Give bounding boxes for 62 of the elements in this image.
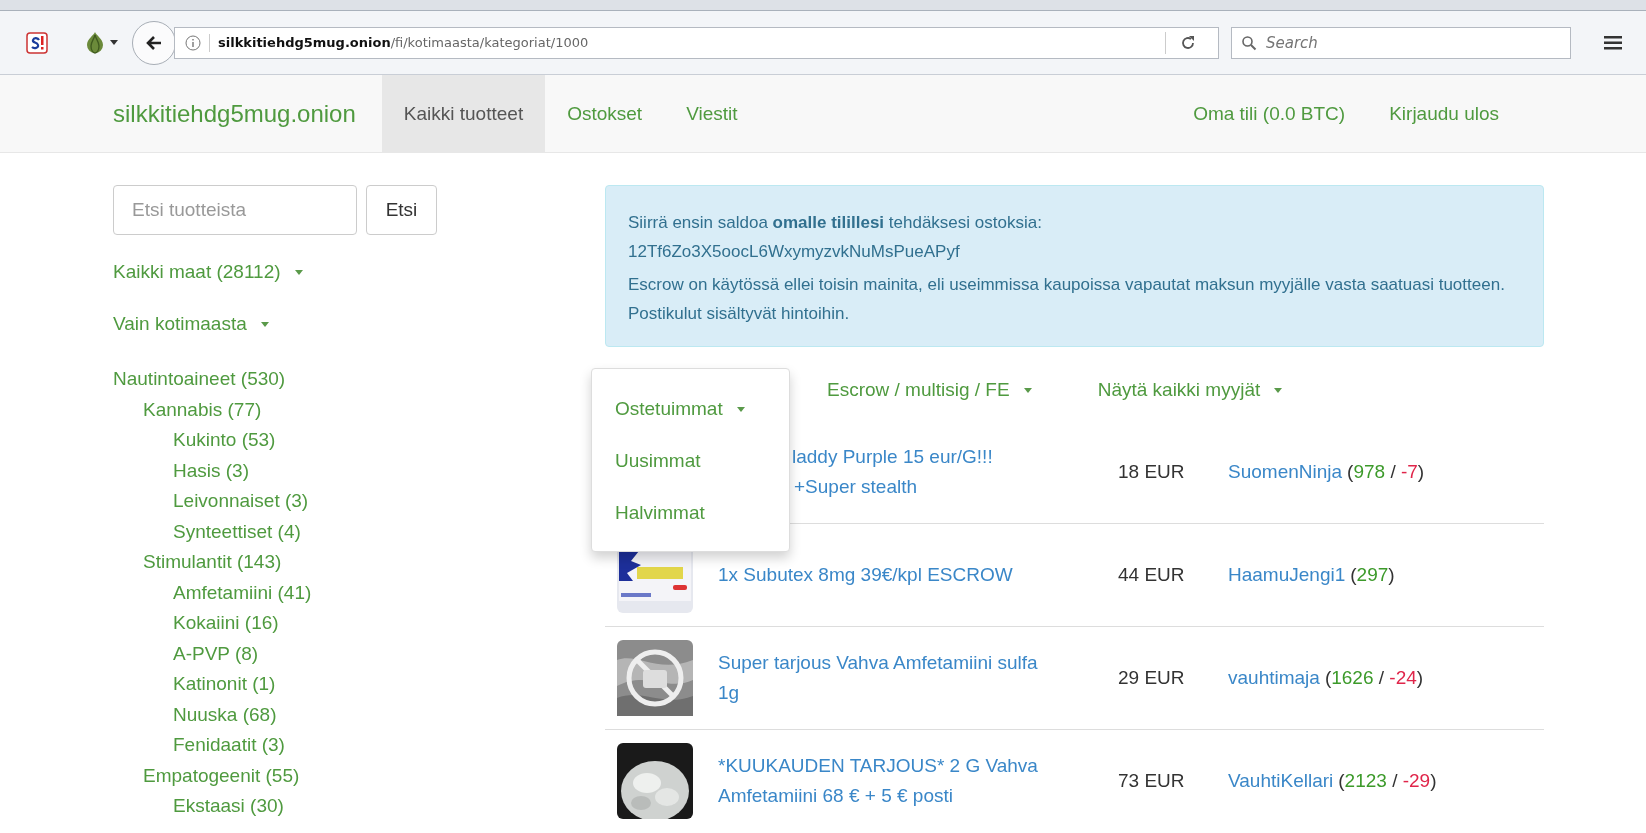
- listing-title-link[interactable]: *KUUKAUDEN TARJOUS* 2 G Vahva: [718, 751, 1038, 781]
- seller-link[interactable]: HaamuJengi1: [1228, 564, 1346, 585]
- caret-icon: [260, 321, 269, 327]
- seller-link[interactable]: SuomenNinja: [1228, 461, 1343, 482]
- category-link[interactable]: A-PVP (8): [113, 638, 605, 669]
- listing-price: 73 EUR: [1118, 770, 1186, 792]
- search-icon: [1241, 34, 1257, 51]
- listing-title-link[interactable]: Amfetamiini 68 € + 5 € posti: [718, 781, 953, 811]
- seller-rating: (2123 / -29): [1338, 770, 1437, 791]
- caret-icon: [736, 406, 745, 412]
- caret-icon: [1023, 387, 1032, 393]
- seller-link[interactable]: vauhtimaja: [1228, 667, 1320, 688]
- seller-link[interactable]: VauhtiKellari: [1228, 770, 1334, 791]
- url-text: silkkitiehdg5mug.onion/fi/kotimaasta/kategoriat/1000: [218, 35, 589, 50]
- category-link[interactable]: Nuuska (68): [113, 699, 605, 730]
- category-link[interactable]: Amfetamiini (41): [113, 577, 605, 608]
- nav-link[interactable]: Oma tili (0.0 BTC): [1171, 75, 1368, 152]
- site-brand-link[interactable]: silkkitiehdg5mug.onion: [113, 75, 356, 152]
- filter-dropdown[interactable]: Vain kotimaasta: [113, 309, 605, 339]
- filter-dropdown[interactable]: Näytä kaikki myyjät: [1097, 379, 1283, 401]
- listing-price: 44 EUR: [1118, 564, 1186, 586]
- category-link[interactable]: Stimulantit (143): [113, 547, 605, 578]
- seller-rating: (978 / -7): [1347, 461, 1425, 482]
- nav-link[interactable]: Ostokset: [545, 75, 665, 152]
- alert-text: Escrow on käytössä ellei toisin mainita, eli useimmissa kaupoissa vapautat maksun myyjälle vasta saatuasi tuotteen. Postikulut sisältyvät hintoihin.: [628, 274, 1506, 325]
- sort-option[interactable]: Uusimmat: [592, 435, 789, 487]
- seller-rating: (297): [1350, 564, 1395, 585]
- nav-link[interactable]: Kirjaudu ulos: [1367, 75, 1521, 152]
- reload-icon[interactable]: [1180, 34, 1196, 51]
- listing-title-link[interactable]: 1g: [718, 678, 740, 708]
- search-field[interactable]: Etsi tuotteista: [113, 185, 357, 235]
- wallet-address: 12Tf6Zo3X5oocL6WxymyzvkNuMsPueAPyf: [628, 241, 961, 263]
- back-button[interactable]: [132, 20, 176, 65]
- address-bar[interactable]: silkkitiehdg5mug.onion/fi/kotimaasta/kategoriat/1000: [174, 26, 1219, 59]
- caret-icon: [1274, 387, 1283, 393]
- listing-price: 18 EUR: [1118, 461, 1186, 483]
- category-link[interactable]: Empatogeenit (55): [113, 760, 605, 791]
- sort-dropdown[interactable]: Ostetuimmat: [592, 383, 789, 435]
- listing-price: 29 EUR: [1118, 667, 1186, 689]
- listing-title-link[interactable]: Super tarjous Vahva Amfetamiini sulfa: [718, 648, 1038, 678]
- filter-dropdown[interactable]: Escrow / multisig / FE: [827, 379, 1032, 401]
- filter-dropdown[interactable]: Kaikki maat (28112): [113, 257, 605, 287]
- onion-menu-button[interactable]: [84, 30, 118, 55]
- category-link[interactable]: Katinonit (1): [113, 669, 605, 700]
- nav-link[interactable]: Viestit: [664, 75, 760, 152]
- sort-option[interactable]: Halvimmat: [592, 487, 789, 539]
- category-link[interactable]: Kokaiini (16): [113, 608, 605, 639]
- category-link[interactable]: Ekstaasi (30): [113, 791, 605, 822]
- search-field[interactable]: Search: [1231, 26, 1571, 59]
- listing-title-link[interactable]: laddy Purple 15 eur/G!!!: [792, 442, 993, 472]
- alert-text: Siirrä ensin saldoa omalle tilillesi tehdäksesi ostoksia:: [628, 212, 1043, 234]
- nav-link[interactable]: Kaikki tuotteet: [381, 75, 546, 152]
- caret-icon[interactable]: [110, 40, 118, 45]
- menu-icon[interactable]: [1604, 35, 1622, 50]
- seller-rating: (1626 / -24): [1324, 667, 1424, 688]
- info-icon[interactable]: [185, 34, 201, 51]
- listing-title-link[interactable]: 1x Subutex 8mg 39€/kpl ESCROW: [718, 560, 1013, 590]
- category-link[interactable]: Fenidaatit (3): [113, 730, 605, 761]
- listing-title-link[interactable]: +Super stealth: [794, 472, 918, 502]
- app-logo-icon[interactable]: [26, 31, 48, 54]
- search-button[interactable]: Etsi: [366, 185, 437, 235]
- caret-icon: [294, 269, 303, 275]
